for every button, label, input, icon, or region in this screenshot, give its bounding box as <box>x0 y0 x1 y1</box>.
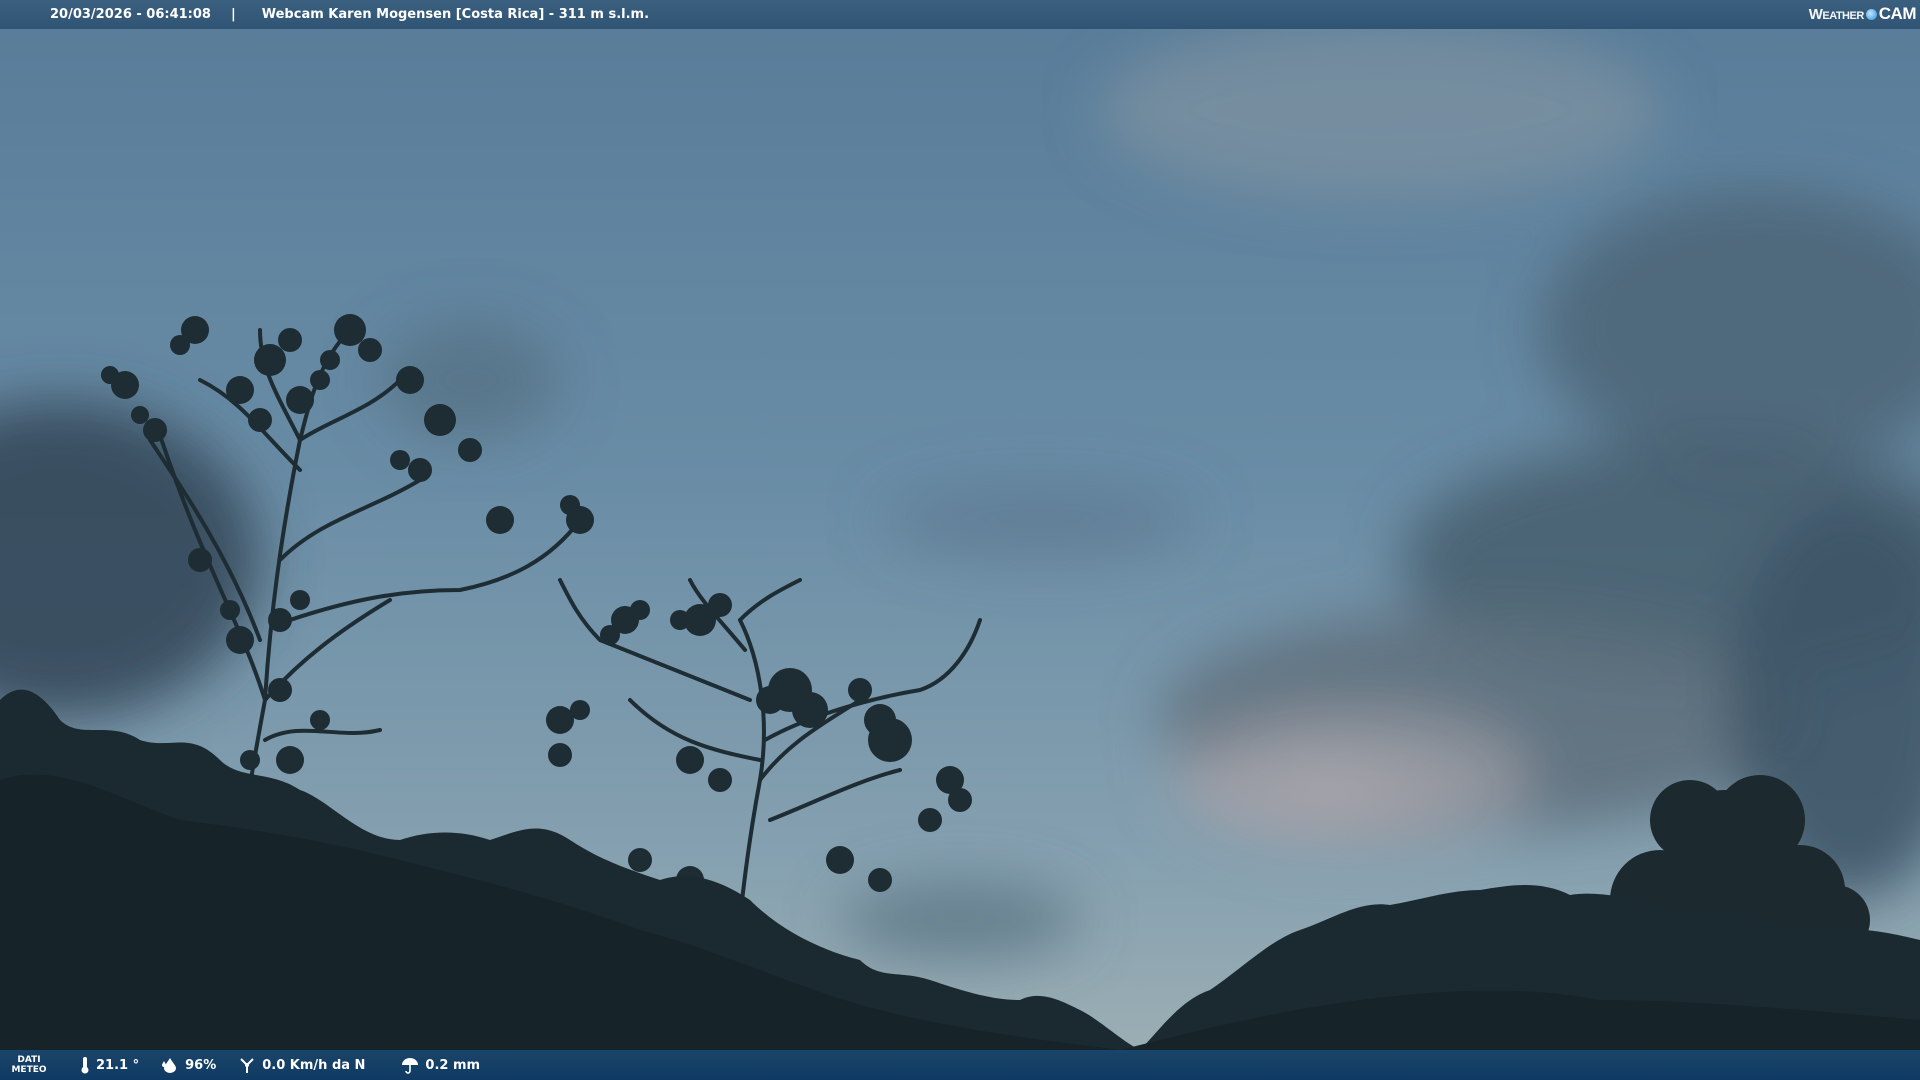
weather-data-bar: DATI METEO 21.1 ° 96% 0.0 Km/h da N 0.2 … <box>0 1050 1920 1080</box>
datetime: 20/03/2026 - 06:41:08 <box>50 7 211 22</box>
humidity-drop-icon <box>162 1058 177 1073</box>
weathercam-logo: Weather CAM <box>1808 4 1917 24</box>
top-info-bar: 20/03/2026 - 06:41:08 | Webcam Karen Mog… <box>0 0 1920 29</box>
wind-icon <box>240 1058 254 1073</box>
brand-cam: CAM <box>1878 4 1917 23</box>
humidity-item: 96% <box>161 1057 216 1073</box>
temperature-item: 21.1 ° <box>80 1056 139 1074</box>
dati-line1: DATI <box>17 1055 41 1065</box>
dati-meteo-label: DATI METEO <box>0 1055 58 1075</box>
rain-value: 0.2 mm <box>425 1057 481 1073</box>
wind-value: 0.0 Km/h da N <box>262 1057 366 1073</box>
camera-title: Webcam Karen Mogensen [Costa Rica] - 311… <box>261 7 650 22</box>
dati-line2: METEO <box>11 1065 47 1075</box>
temperature-value: 21.1 ° <box>96 1057 140 1073</box>
separator: | <box>230 7 236 22</box>
wind-item: 0.0 Km/h da N <box>238 1056 365 1074</box>
rain-item: 0.2 mm <box>401 1056 480 1074</box>
brand-weather: Weather <box>1808 5 1865 23</box>
globe-icon <box>1865 8 1877 20</box>
thermometer-icon <box>81 1057 89 1074</box>
umbrella-icon <box>402 1058 419 1074</box>
webcam-scene <box>0 0 1920 1080</box>
humidity-value: 96% <box>185 1057 217 1073</box>
